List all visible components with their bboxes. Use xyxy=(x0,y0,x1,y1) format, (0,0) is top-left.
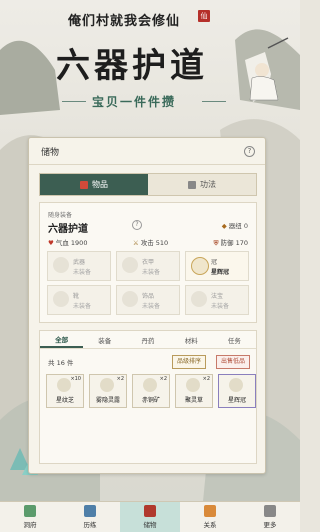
panel-title: 储物 xyxy=(41,148,60,158)
equipment-section-label: 随身装备 xyxy=(48,212,73,219)
item-julingcao[interactable]: ×2 聚灵草 xyxy=(175,374,213,408)
panel-header: 储物 ? xyxy=(29,138,265,165)
nav-cave[interactable]: 洞府 xyxy=(0,502,60,532)
bag-icon xyxy=(144,505,156,517)
tab-label: 物品 xyxy=(92,180,108,189)
inventory-section: 全部 装备 丹药 材料 任务 共 16 件 品级排序 出售低品 ×10 星纹芝 ×… xyxy=(39,330,257,464)
stat-defense: ⛨ 防御 170 xyxy=(213,239,248,247)
item-wuyinlinglu[interactable]: ×2 雾隐灵露 xyxy=(89,374,127,408)
inv-tab-pills[interactable]: 丹药 xyxy=(126,331,169,348)
nav-relations[interactable]: 关系 xyxy=(180,502,240,532)
sell-low-grade-button[interactable]: 出售低品 xyxy=(216,355,251,369)
level-label: 器纽 xyxy=(228,222,242,230)
stat-hp: ♥ 气血 1900 xyxy=(48,239,88,247)
mountain-icon xyxy=(24,505,36,517)
dew-icon xyxy=(100,378,114,392)
slot-armor[interactable]: 衣甲 未装备 xyxy=(116,251,180,281)
stat-attack: ⚔ 攻击 510 xyxy=(132,239,169,247)
accessory-icon xyxy=(122,291,138,307)
game-title: 俺们村就我会修仙 xyxy=(68,14,181,29)
crown-icon xyxy=(229,378,243,392)
nav-training[interactable]: 历练 xyxy=(60,502,120,532)
subtitle-divider-left xyxy=(62,101,86,102)
people-icon xyxy=(204,505,216,517)
seal-stamp: 仙 xyxy=(198,10,210,22)
item-xingwenzhi[interactable]: ×10 星纹芝 xyxy=(46,374,84,408)
slot-boots[interactable]: 靴未装备 xyxy=(47,285,111,315)
equipment-level: ◆ 器纽 0 xyxy=(222,220,248,230)
item-xinghuiguan[interactable]: 星辉冠 xyxy=(218,374,256,408)
tab-items[interactable]: 物品 xyxy=(40,174,148,195)
equipment-slots: 武器 未装备 衣甲 未装备 冠星辉冠 靴未装备 饰品 未装备 法宝 未装备 xyxy=(47,251,249,315)
armor-icon xyxy=(122,257,138,273)
hero-banner: 俺们村就我会修仙 仙 六器护道 宝贝一件件攒 xyxy=(0,0,300,120)
level-icon: ◆ xyxy=(221,222,227,230)
slot-crown[interactable]: 冠星辉冠 xyxy=(185,251,249,281)
more-icon xyxy=(264,505,276,517)
equipment-set-name: 六器护道 xyxy=(48,224,88,235)
subtitle: 宝贝一件件攒 xyxy=(92,95,177,109)
shield-icon: ⛨ xyxy=(213,239,219,247)
herb-icon xyxy=(57,378,71,392)
level-value: 0 xyxy=(243,222,248,230)
slot-weapon[interactable]: 武器 未装备 xyxy=(47,251,111,281)
grass-icon xyxy=(186,378,200,392)
equipment-help-icon[interactable]: ? xyxy=(132,220,142,230)
bottom-navigation: 洞府 历练 储物 关系 更多 xyxy=(0,501,300,532)
inv-tab-equipment[interactable]: 装备 xyxy=(83,331,126,348)
slot-accessory[interactable]: 饰品 未装备 xyxy=(116,285,180,315)
item-grid: ×10 星纹芝 ×2 雾隐灵露 ×2 赤铜矿 ×2 聚灵草 星辉冠 xyxy=(46,374,256,408)
heart-icon: ♥ xyxy=(48,239,54,247)
subtitle-divider-right xyxy=(202,101,226,102)
nav-storage[interactable]: 储物 xyxy=(120,502,180,532)
storage-panel: 储物 ? 物品 功法 随身装备 六器护道 ? ◆ 器纽 0 ♥ 气血 1900 ⚔ 攻… xyxy=(28,137,266,474)
slot-artifact[interactable]: 法宝 未装备 xyxy=(185,285,249,315)
item-count: 共 16 件 xyxy=(48,359,74,367)
tab-label: 功法 xyxy=(200,180,216,189)
inventory-tabs: 全部 装备 丹药 材料 任务 xyxy=(40,331,256,349)
artifact-icon xyxy=(191,291,207,307)
nav-more[interactable]: 更多 xyxy=(240,502,300,532)
boots-icon xyxy=(53,291,69,307)
sort-by-grade-button[interactable]: 品级排序 xyxy=(172,355,207,369)
weapon-icon xyxy=(53,257,69,273)
help-icon[interactable]: ? xyxy=(244,146,255,157)
ore-icon xyxy=(143,378,157,392)
swords-icon: ⚔ xyxy=(132,239,139,247)
stats-row: ♥ 气血 1900 ⚔ 攻击 510 ⛨ 防御 170 xyxy=(48,237,248,248)
panel-tabs: 物品 功法 xyxy=(39,173,257,196)
inv-tab-all[interactable]: 全部 xyxy=(40,331,84,348)
headline: 六器护道 xyxy=(56,46,208,86)
crown-icon xyxy=(191,257,209,275)
scroll-icon xyxy=(188,180,196,189)
sword-icon xyxy=(84,505,96,517)
bag-icon xyxy=(80,180,88,189)
equipment-section: 随身装备 六器护道 ? ◆ 器纽 0 ♥ 气血 1900 ⚔ 攻击 510 ⛨ 防御 1… xyxy=(39,202,257,323)
inv-tab-quests[interactable]: 任务 xyxy=(213,331,256,348)
item-chitongkuang[interactable]: ×2 赤铜矿 xyxy=(132,374,170,408)
tab-techniques[interactable]: 功法 xyxy=(148,174,256,195)
inv-tab-materials[interactable]: 材料 xyxy=(170,331,213,348)
